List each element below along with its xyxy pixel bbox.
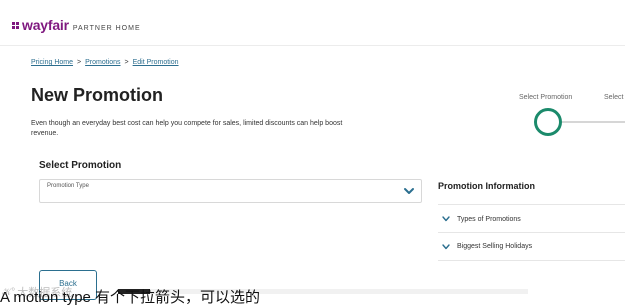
accordion-biggest-selling-holidays[interactable]: Biggest Selling Holidays	[438, 232, 625, 261]
breadcrumb-separator: >	[124, 59, 129, 66]
promotion-type-label: Promotion Type	[47, 183, 89, 189]
page-description: Even though an everyday best cost can he…	[31, 120, 343, 137]
breadcrumb-pricing-home[interactable]: Pricing Home	[31, 59, 73, 66]
stepper-label-next-step: Select	[604, 94, 624, 101]
subtitle-caption: A motion type 有个下拉箭头，可以选的	[0, 289, 261, 305]
brand-name: wayfair	[22, 17, 69, 33]
page-title: New Promotion	[31, 85, 164, 105]
logo-mark-icon	[12, 22, 19, 29]
breadcrumb-separator: >	[77, 59, 82, 66]
chevron-down-icon[interactable]	[403, 186, 415, 196]
accordion-label: Biggest Selling Holidays	[457, 243, 533, 250]
breadcrumb-edit-promotion[interactable]: Edit Promotion	[133, 59, 179, 66]
accordion-types-of-promotions[interactable]: Types of Promotions	[438, 204, 625, 233]
accordion-label: Types of Promotions	[457, 215, 521, 223]
breadcrumb-promotions[interactable]: Promotions	[85, 59, 120, 66]
top-navigation-bar: wayfair PARTNER HOME	[0, 0, 625, 46]
promotion-type-select[interactable]: Promotion Type	[39, 179, 422, 203]
select-promotion-heading: Select Promotion	[39, 160, 122, 171]
stepper-connector-line	[562, 121, 625, 123]
brand-subtitle: PARTNER HOME	[72, 25, 141, 32]
chevron-down-icon	[442, 216, 450, 222]
stepper-active-step	[534, 108, 562, 136]
wayfair-logo[interactable]: wayfair PARTNER HOME	[12, 17, 141, 33]
chevron-down-icon	[442, 243, 450, 249]
stepper-label-select-promotion: Select Promotion	[519, 94, 573, 101]
promotion-information-heading: Promotion Information	[438, 181, 535, 191]
breadcrumb: Pricing Home > Promotions > Edit Promoti…	[31, 59, 179, 66]
